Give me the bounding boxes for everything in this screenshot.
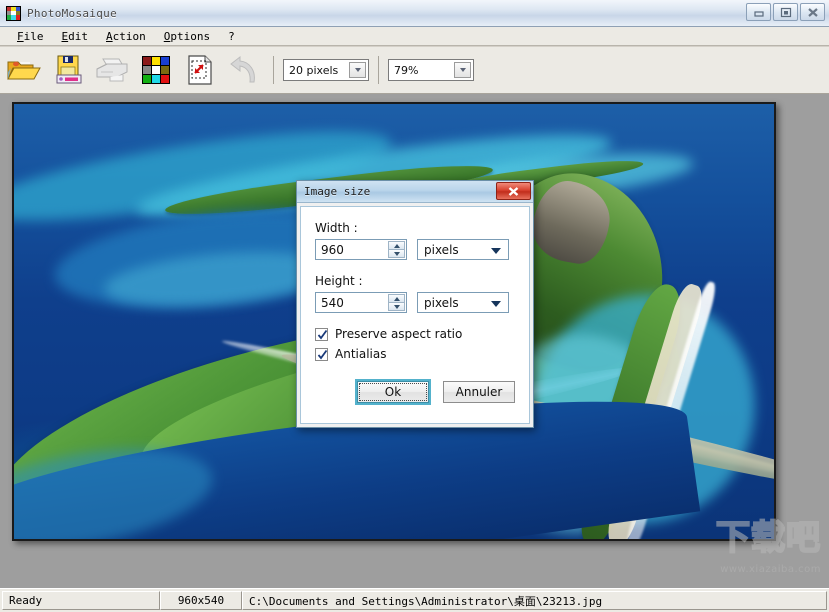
menu-item-help[interactable]: ?	[219, 29, 244, 44]
height-value: 540	[321, 296, 344, 310]
dialog-title-bar[interactable]: Image size	[297, 181, 533, 203]
height-label: Height :	[315, 274, 515, 288]
zoom-value: 79%	[394, 64, 418, 77]
preserve-aspect-ratio-checkbox[interactable]	[315, 328, 328, 341]
dialog-title: Image size	[297, 185, 370, 198]
chevron-down-icon[interactable]	[491, 301, 501, 307]
antialias-checkbox[interactable]	[315, 348, 328, 361]
width-input[interactable]: 960	[315, 239, 407, 260]
menu-item-action-rest: ction	[113, 30, 146, 43]
window-controls	[746, 3, 825, 21]
image-size-dialog: Image size Width : 960	[296, 180, 534, 428]
menu-item-file[interactable]: File	[8, 29, 53, 44]
print-button[interactable]	[92, 50, 132, 90]
undo-button[interactable]	[224, 50, 264, 90]
width-row: 960 pixels	[315, 239, 515, 260]
tile-size-combo[interactable]: 20 pixels	[283, 59, 369, 81]
maximize-icon	[780, 7, 792, 18]
chevron-down-icon[interactable]	[349, 62, 366, 78]
antialias-row[interactable]: Antialias	[315, 347, 515, 361]
undo-arrow-icon	[228, 55, 260, 85]
status-bar: Ready 960x540 C:\Documents and Settings\…	[0, 588, 829, 612]
chevron-down-icon[interactable]	[454, 62, 471, 78]
checkmark-icon	[317, 329, 328, 341]
height-unit-combo[interactable]: pixels	[417, 292, 509, 313]
minimize-icon	[753, 7, 765, 17]
save-button[interactable]	[48, 50, 88, 90]
width-unit-value: pixels	[424, 243, 459, 257]
toolbar-separator-2	[378, 56, 379, 84]
open-folder-button[interactable]	[4, 50, 44, 90]
dialog-body: Width : 960 pixels Height :	[300, 206, 530, 424]
height-row: 540 pixels	[315, 292, 515, 313]
zoom-combo[interactable]: 79%	[388, 59, 474, 81]
preserve-aspect-ratio-row[interactable]: Preserve aspect ratio	[315, 327, 515, 341]
application-window: PhotoMosaique File Edit Act	[0, 0, 829, 612]
checkmark-icon	[317, 349, 328, 361]
height-input[interactable]: 540	[315, 292, 407, 313]
height-unit-value: pixels	[424, 296, 459, 310]
canvas-area[interactable]: 下载吧 www.xiazaiba.com Image size Width : …	[0, 94, 829, 588]
chevron-down-icon[interactable]	[491, 248, 501, 254]
width-unit-combo[interactable]: pixels	[417, 239, 509, 260]
dialog-close-button[interactable]	[496, 182, 531, 200]
menu-item-file-rest: ile	[24, 30, 44, 43]
window-title: PhotoMosaique	[27, 7, 117, 20]
title-bar: PhotoMosaique	[0, 0, 829, 27]
printer-icon	[93, 55, 131, 85]
ok-button[interactable]: Ok	[357, 381, 429, 403]
menu-item-options[interactable]: Options	[155, 29, 219, 44]
width-label: Width :	[315, 221, 515, 235]
save-disk-icon	[51, 54, 85, 86]
watermark-url: www.xiazaiba.com	[720, 564, 821, 575]
height-stepper[interactable]	[388, 294, 405, 311]
app-mosaic-icon	[6, 6, 21, 21]
width-value: 960	[321, 243, 344, 257]
stepper-up-icon[interactable]	[388, 294, 405, 302]
tile-size-value: 20 pixels	[289, 64, 338, 77]
resize-image-icon	[186, 54, 214, 86]
toolbar: 20 pixels 79%	[0, 47, 829, 94]
minimize-button[interactable]	[746, 3, 771, 21]
image-size-button[interactable]	[180, 50, 220, 90]
maximize-button[interactable]	[773, 3, 798, 21]
menu-item-edit[interactable]: Edit	[53, 29, 98, 44]
cancel-button[interactable]: Annuler	[443, 381, 515, 403]
open-folder-icon	[6, 55, 42, 85]
status-file-path: C:\Documents and Settings\Administrator\…	[242, 591, 827, 610]
dialog-button-row: Ok Annuler	[315, 381, 515, 403]
toolbar-separator-1	[273, 56, 274, 84]
stepper-down-icon[interactable]	[388, 302, 405, 311]
menu-item-options-rest: ptions	[170, 30, 210, 43]
antialias-label: Antialias	[335, 347, 386, 361]
palette-button[interactable]	[136, 50, 176, 90]
width-stepper[interactable]	[388, 241, 405, 258]
status-text: Ready	[2, 591, 160, 610]
color-palette-icon	[141, 55, 171, 85]
menu-bar: File Edit Action Options ?	[0, 27, 829, 46]
status-dimensions: 960x540	[160, 591, 242, 610]
close-button[interactable]	[800, 3, 825, 21]
menu-item-edit-rest: dit	[68, 30, 88, 43]
stepper-up-icon[interactable]	[388, 241, 405, 249]
close-icon	[807, 7, 819, 18]
stepper-down-icon[interactable]	[388, 249, 405, 258]
close-icon	[507, 186, 520, 197]
menu-item-action[interactable]: Action	[97, 29, 155, 44]
preserve-aspect-ratio-label: Preserve aspect ratio	[335, 327, 462, 341]
